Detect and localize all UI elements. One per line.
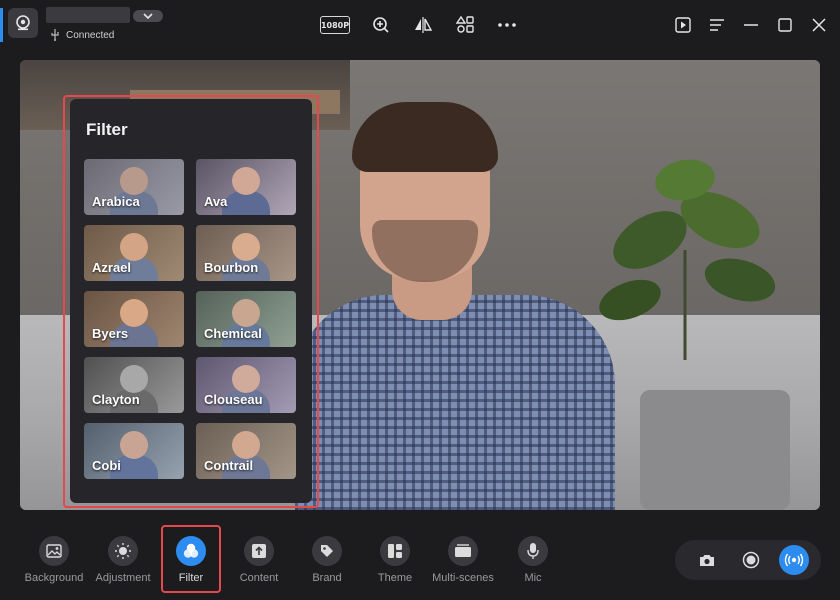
filter-label: Clayton [92,392,140,407]
play-icon[interactable] [672,14,694,36]
scenes-icon [448,536,478,566]
title-bar: Connected 1080P [0,0,840,50]
filter-label: Ava [204,194,228,209]
record-icon[interactable] [735,544,767,576]
filter-label: Azrael [92,260,132,275]
tool-label: Multi-scenes [432,572,494,584]
filter-item-azrael[interactable]: Azrael [84,225,184,281]
chevron-down-icon [143,13,153,19]
tool-label: Mic [524,572,542,584]
filter-label: Arabica [92,194,140,209]
tool-label: Background [24,572,84,584]
more-icon[interactable] [496,14,518,36]
filter-grid: Arabica Ava Azrael Bourbon Byers Chemica… [84,159,296,479]
filter-item-clouseau[interactable]: Clouseau [196,357,296,413]
image-icon [39,536,69,566]
camera-device-icon[interactable] [8,8,38,38]
filter-label: Clouseau [204,392,263,407]
close-icon[interactable] [808,14,830,36]
tool-background[interactable]: Background [14,536,94,596]
capture-actions [675,540,821,580]
tool-label: Adjustment [95,572,151,584]
layout-icon[interactable] [454,14,476,36]
preview-person-shirt [295,295,615,510]
resolution-button[interactable]: 1080P [320,16,350,34]
preview-plant [599,159,776,360]
tool-label: Content [239,572,279,584]
upload-icon [244,536,274,566]
preview-toolbar: 1080P [320,14,518,36]
filter-label: Chemical [204,326,262,341]
filter-item-cobi[interactable]: Cobi [84,423,184,479]
connection-status-label: Connected [66,29,115,41]
tag-icon [312,536,342,566]
filter-item-byers[interactable]: Byers [84,291,184,347]
usb-icon [51,29,59,41]
tool-filter-highlight [161,525,221,593]
window-controls [672,14,830,36]
connection-status: Connected [50,29,114,41]
device-name [46,7,130,23]
filter-panel: Filter Arabica Ava Azrael Bourbon Byers [70,99,312,503]
tool-label: Brand [312,572,342,584]
menu-icon[interactable] [706,14,728,36]
tool-multi-scenes[interactable]: Multi-scenes [423,536,503,596]
filter-item-clayton[interactable]: Clayton [84,357,184,413]
theme-icon [380,536,410,566]
preview-person-hair [352,102,498,172]
preview-cushion [640,390,790,510]
maximize-icon[interactable] [774,14,796,36]
filter-label: Contrail [204,458,254,473]
filter-item-arabica[interactable]: Arabica [84,159,184,215]
mic-icon [518,536,548,566]
filter-label: Cobi [92,458,121,473]
zoom-in-icon[interactable] [370,14,392,36]
filter-item-contrail[interactable]: Contrail [196,423,296,479]
snapshot-icon[interactable] [691,544,723,576]
tool-mic[interactable]: Mic [493,536,573,596]
filter-panel-title: Filter [86,120,128,139]
filter-label: Byers [92,326,129,341]
filter-item-bourbon[interactable]: Bourbon [196,225,296,281]
device-dropdown-button[interactable] [133,10,163,22]
filter-label: Bourbon [204,260,259,275]
tool-label: Theme [377,572,413,584]
minimize-icon[interactable] [740,14,762,36]
active-device-indicator [0,8,3,42]
brightness-icon [108,536,138,566]
filter-item-ava[interactable]: Ava [196,159,296,215]
mirror-icon[interactable] [412,14,434,36]
live-icon[interactable] [779,545,809,575]
filter-item-chemical[interactable]: Chemical [196,291,296,347]
